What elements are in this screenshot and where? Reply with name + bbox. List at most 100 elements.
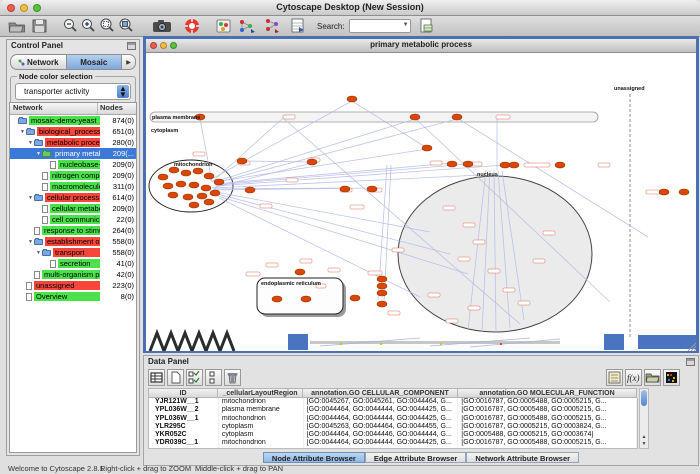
expand-arrow-icon[interactable]: ▼ xyxy=(27,140,34,146)
graph-node[interactable] xyxy=(193,168,203,174)
expand-arrow-icon[interactable]: ▼ xyxy=(27,239,34,245)
graph-node[interactable] xyxy=(301,296,311,302)
graph-node[interactable] xyxy=(377,276,387,282)
save-icon[interactable] xyxy=(32,18,47,34)
import-folder-icon[interactable] xyxy=(644,369,661,386)
graph-node[interactable] xyxy=(237,158,247,164)
new-attribute-icon[interactable] xyxy=(167,369,184,386)
zoom-fit-icon[interactable] xyxy=(118,18,134,34)
tree-row[interactable]: multi-organism pro42(0) xyxy=(10,269,136,280)
column-header[interactable]: ID xyxy=(148,388,218,398)
minimap-handle-right[interactable] xyxy=(604,334,624,350)
scrollbar-arrows-icon[interactable]: ▲▼ xyxy=(640,434,648,448)
expand-arrow-icon[interactable]: ▼ xyxy=(35,151,42,157)
matrix-icon[interactable] xyxy=(663,369,680,386)
tree-row[interactable]: secretion41(0) xyxy=(10,258,136,269)
zoom-out-icon[interactable] xyxy=(63,18,78,34)
search-input[interactable]: ▼ xyxy=(349,19,411,33)
graph-node[interactable] xyxy=(181,170,191,176)
network-layout-icon[interactable] xyxy=(263,18,281,34)
table-row[interactable]: YKR052Ccytoplasm[GO:0044464, GO:0044446,… xyxy=(149,431,637,439)
float-panel-icon[interactable] xyxy=(127,42,136,50)
network-view-icon[interactable] xyxy=(238,18,256,34)
graph-node[interactable] xyxy=(347,96,357,102)
graph-node[interactable] xyxy=(197,193,207,199)
table-row[interactable]: YDR039C__1mitochondrion[GO:0044464, GO:0… xyxy=(149,439,637,447)
expand-arrow-icon[interactable]: ▼ xyxy=(27,195,34,201)
graph-node[interactable] xyxy=(679,189,689,195)
table-row[interactable]: YPL036W__1mitochondrion[GO:0044464, GO:0… xyxy=(149,415,637,423)
tree-row[interactable]: nucleobase-co209(0) xyxy=(10,159,136,170)
tree-row[interactable]: unassigned223(0) xyxy=(10,280,136,291)
graph-node[interactable] xyxy=(377,283,387,289)
tree-row[interactable]: ▼transport558(0) xyxy=(10,247,136,258)
attribute-grid-icon[interactable] xyxy=(148,369,165,386)
network-frame-titlebar[interactable]: primary metabolic process xyxy=(146,39,696,53)
graph-node[interactable] xyxy=(340,186,350,192)
minimap-handle-left[interactable] xyxy=(288,334,308,350)
table-row[interactable]: YLR295Ccytoplasm[GO:0045263, GO:0044464,… xyxy=(149,423,637,431)
tree-row[interactable]: ▼establishment of lo558(0) xyxy=(10,236,136,247)
tree-row[interactable]: ▼metabolic process280(0) xyxy=(10,137,136,148)
table-row[interactable]: YJR121W__1mitochondrion[GO:0045267, GO:0… xyxy=(149,398,637,406)
graph-node[interactable] xyxy=(163,183,173,189)
graph-node[interactable] xyxy=(463,161,473,167)
graph-node[interactable] xyxy=(201,185,211,191)
graph-node[interactable] xyxy=(509,162,519,168)
attribute-table-icon[interactable] xyxy=(290,18,305,34)
tab-overflow-button[interactable]: ▶ xyxy=(122,54,136,70)
graph-node[interactable] xyxy=(555,162,565,168)
graph-node[interactable] xyxy=(183,194,193,200)
graph-node[interactable] xyxy=(377,290,387,296)
table-row[interactable]: YPL036W__2plasma membrane[GO:0044464, GO… xyxy=(149,406,637,414)
column-header[interactable]: annotation.GO CELLULAR_COMPONENT xyxy=(303,388,458,398)
form-icon[interactable] xyxy=(606,369,623,386)
graph-node[interactable] xyxy=(204,199,214,205)
graph-node[interactable] xyxy=(452,114,462,120)
tab-network[interactable]: Network xyxy=(10,54,66,70)
graph-node[interactable] xyxy=(204,173,214,179)
tree-row[interactable]: response to stimulu264(0) xyxy=(10,225,136,236)
tree-row[interactable]: macromolecule311(0) xyxy=(10,181,136,192)
tree-row[interactable]: mosaic-demo-yeast874(0) xyxy=(10,115,136,126)
tree-header-network[interactable]: Network xyxy=(10,103,98,114)
graph-node[interactable] xyxy=(307,159,317,165)
graph-node[interactable] xyxy=(367,186,377,192)
tree-row[interactable]: ▼primary metabol209(... xyxy=(10,148,136,159)
open-folder-icon[interactable] xyxy=(8,18,26,34)
tree-row[interactable]: cell communicati22(0) xyxy=(10,214,136,225)
tree-row[interactable]: cellular metabol209(0) xyxy=(10,203,136,214)
graph-node[interactable] xyxy=(214,179,224,185)
annotation-import-icon[interactable] xyxy=(419,18,434,34)
graph-node[interactable] xyxy=(410,114,420,120)
network-canvas[interactable]: plasma membrane cytoplasm mitochondrion … xyxy=(146,53,696,351)
zoom-selected-icon[interactable] xyxy=(99,18,115,34)
graph-node[interactable] xyxy=(210,190,220,196)
tree-header-nodes[interactable]: Nodes xyxy=(98,103,136,114)
tree-row[interactable]: nitrogen compou209(0) xyxy=(10,170,136,181)
graph-node[interactable] xyxy=(659,189,669,195)
graph-node[interactable] xyxy=(295,269,305,275)
column-header[interactable]: _cellularLayoutRegion xyxy=(218,388,303,398)
graph-node[interactable] xyxy=(168,192,178,198)
graph-node[interactable] xyxy=(176,181,186,187)
vizmapper-icon[interactable] xyxy=(216,18,231,34)
graph-node[interactable] xyxy=(189,182,199,188)
graph-node[interactable] xyxy=(350,295,360,301)
delete-attribute-icon[interactable] xyxy=(224,369,241,386)
graph-node[interactable] xyxy=(500,162,510,168)
data-panel-float-icon[interactable] xyxy=(686,358,695,366)
color-attribute-select[interactable]: transporter activity ▲▼ xyxy=(15,83,131,100)
expand-arrow-icon[interactable]: ▼ xyxy=(35,250,42,256)
tree-row[interactable]: Overview8(0) xyxy=(10,291,136,302)
column-header[interactable]: annotation.GO MOLECULAR_FUNCTION xyxy=(458,388,637,398)
graph-node[interactable] xyxy=(377,301,387,307)
tree-row[interactable]: ▼cellular process614(0) xyxy=(10,192,136,203)
tab-mosaic[interactable]: Mosaic xyxy=(66,54,123,70)
graph-node[interactable] xyxy=(447,161,457,167)
minimap-bar[interactable] xyxy=(638,335,696,349)
graph-node[interactable] xyxy=(189,202,199,208)
zoom-in-icon[interactable] xyxy=(81,18,96,34)
help-ring-icon[interactable] xyxy=(184,18,200,34)
graph-node[interactable] xyxy=(245,187,255,193)
